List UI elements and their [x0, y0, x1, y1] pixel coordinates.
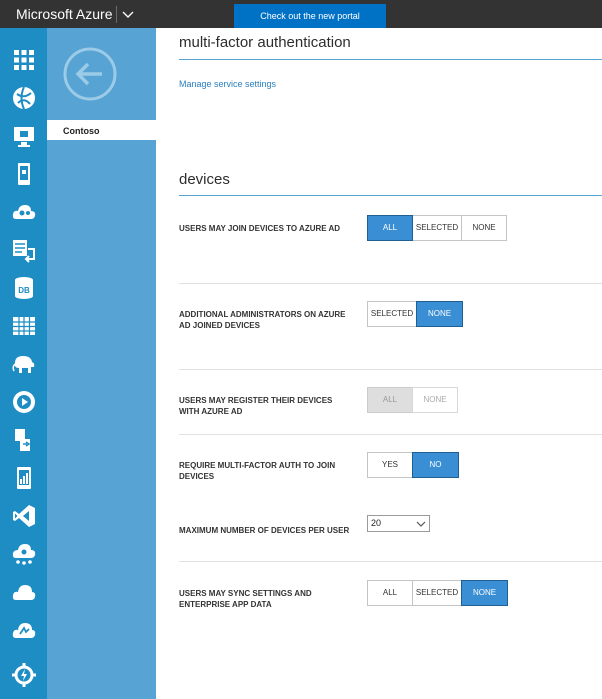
- main-content: multi-factor authentication Manage servi…: [156, 28, 602, 699]
- max-devices-select[interactable]: 20: [367, 515, 430, 532]
- row-divider: [179, 434, 602, 435]
- row-divider: [179, 369, 602, 370]
- hdinsight-icon[interactable]: [6, 348, 42, 380]
- brand-title[interactable]: Microsoft Azure: [16, 6, 112, 22]
- service-rail: DB: [0, 28, 47, 699]
- devices-section-rule: [179, 195, 602, 196]
- join-devices-option-all[interactable]: ALL: [367, 215, 413, 241]
- join-devices-toggle: ALL SELECTED NONE: [367, 215, 507, 241]
- cloud-services-icon[interactable]: [6, 196, 42, 228]
- setting-label-max-devices: MAXIMUM NUMBER OF DEVICES PER USER: [179, 526, 350, 535]
- svg-text:DB: DB: [18, 286, 30, 295]
- visual-studio-online-icon[interactable]: [6, 500, 42, 532]
- virtual-machines-icon[interactable]: [6, 120, 42, 152]
- register-devices-toggle: ALL NONE: [367, 387, 458, 413]
- top-bar: Microsoft Azure Check out the new portal: [0, 0, 602, 28]
- join-devices-option-none[interactable]: NONE: [461, 215, 507, 241]
- sync-settings-option-none[interactable]: NONE: [461, 580, 508, 606]
- biztalk-services-icon[interactable]: [6, 576, 42, 608]
- setting-label-sync-settings: USERS MAY SYNC SETTINGS AND ENTERPRISE A…: [179, 589, 312, 609]
- service-bus-icon[interactable]: [6, 424, 42, 456]
- all-items-icon[interactable]: [6, 44, 42, 76]
- directory-item-contoso[interactable]: Contoso: [47, 120, 156, 140]
- media-services-icon[interactable]: [6, 386, 42, 418]
- directory-nav: Contoso: [47, 28, 156, 699]
- mfa-section-title: multi-factor authentication: [179, 34, 351, 51]
- batch-services-icon[interactable]: [6, 234, 42, 266]
- mobile-services-icon[interactable]: [6, 158, 42, 190]
- register-devices-option-none: NONE: [412, 387, 458, 413]
- setting-label-join-devices: USERS MAY JOIN DEVICES TO AZURE AD: [179, 224, 341, 233]
- additional-admins-option-none[interactable]: NONE: [416, 301, 463, 327]
- require-mfa-option-no[interactable]: NO: [412, 452, 459, 478]
- row-divider: [179, 561, 602, 562]
- mfa-section-rule: [179, 59, 602, 60]
- back-arrow-icon[interactable]: [62, 46, 118, 102]
- sync-settings-option-selected[interactable]: SELECTED: [412, 580, 462, 606]
- scheduler-icon[interactable]: [6, 658, 42, 690]
- additional-admins-toggle: SELECTED NONE: [367, 301, 463, 327]
- chevron-down-icon: [416, 521, 426, 527]
- cache-icon[interactable]: [6, 538, 42, 570]
- sql-databases-icon[interactable]: DB: [6, 272, 42, 304]
- require-mfa-option-yes[interactable]: YES: [367, 452, 413, 478]
- storage-icon[interactable]: [6, 310, 42, 342]
- web-apps-icon[interactable]: [6, 82, 42, 114]
- new-portal-button[interactable]: Check out the new portal: [234, 4, 386, 28]
- sync-settings-option-all[interactable]: ALL: [367, 580, 413, 606]
- max-devices-value: 20: [371, 518, 382, 528]
- sync-settings-toggle: ALL SELECTED NONE: [367, 580, 508, 606]
- additional-admins-option-selected[interactable]: SELECTED: [367, 301, 417, 327]
- row-divider: [179, 283, 602, 284]
- require-mfa-toggle: YES NO: [367, 452, 459, 478]
- devices-section-title: devices: [179, 171, 230, 188]
- register-devices-option-all: ALL: [367, 387, 413, 413]
- setting-label-register-devices: USERS MAY REGISTER THEIR DEVICES WITH AZ…: [179, 396, 333, 416]
- chevron-down-icon[interactable]: [121, 5, 135, 23]
- brand-divider: [116, 6, 117, 23]
- manage-service-settings-link[interactable]: Manage service settings: [179, 79, 276, 89]
- join-devices-option-selected[interactable]: SELECTED: [412, 215, 462, 241]
- setting-label-require-mfa: REQUIRE MULTI-FACTOR AUTH TO JOIN DEVICE…: [179, 461, 336, 481]
- mobile-engagement-icon[interactable]: [6, 462, 42, 494]
- setting-label-additional-admins: ADDITIONAL ADMINISTRATORS ON AZURE AD JO…: [179, 310, 346, 330]
- recovery-services-icon[interactable]: [6, 614, 42, 646]
